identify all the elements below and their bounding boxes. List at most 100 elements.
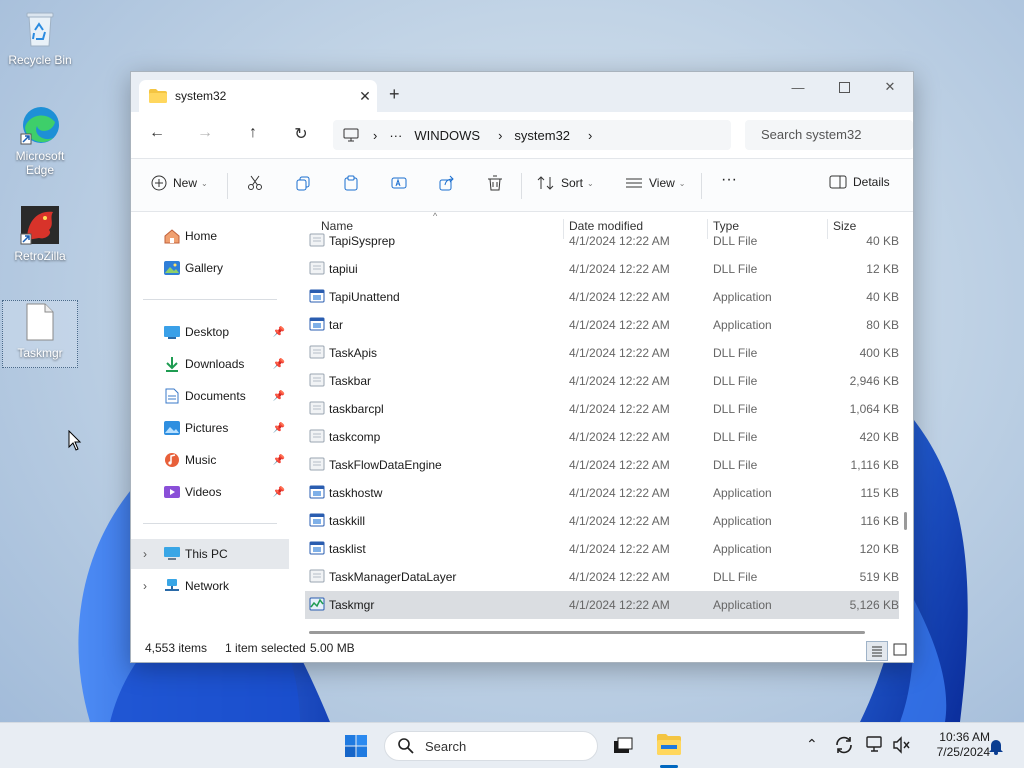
copy-button[interactable]: [295, 175, 317, 191]
rename-button[interactable]: [391, 175, 413, 191]
nav-label: Documents: [185, 389, 246, 403]
file-name: Taskmgr: [329, 598, 375, 612]
table-row[interactable]: TaskApis 4/1/2024 12:22 AM DLL File 400 KB: [305, 339, 899, 367]
pin-icon[interactable]: 📌: [273, 359, 285, 370]
pin-icon[interactable]: 📌: [273, 327, 285, 338]
share-button[interactable]: [439, 175, 461, 191]
minimize-button[interactable]: —: [775, 72, 821, 102]
retrozilla-icon: [20, 206, 59, 245]
details-button[interactable]: Details: [829, 175, 890, 189]
sort-button[interactable]: Sort ⌄: [537, 175, 594, 191]
separator: [521, 173, 522, 199]
table-row[interactable]: TapiSysprep 4/1/2024 12:22 AM DLL File 40 K…: [305, 227, 899, 255]
pin-icon[interactable]: 📌: [273, 423, 285, 434]
nav-item-music[interactable]: Music 📌: [131, 445, 289, 475]
paste-button[interactable]: [343, 175, 365, 191]
table-row[interactable]: taskcomp 4/1/2024 12:22 AM DLL File 420 KB: [305, 423, 899, 451]
file-date: 4/1/2024 12:22 AM: [569, 570, 670, 584]
breadcrumb-windows[interactable]: WINDOWS: [414, 128, 480, 143]
file-date: 4/1/2024 12:22 AM: [569, 402, 670, 416]
rename-icon: [391, 177, 407, 189]
close-tab-icon[interactable]: ✕: [353, 88, 377, 105]
maximize-button[interactable]: [821, 72, 867, 102]
new-tab-button[interactable]: +: [389, 84, 400, 105]
view-list-icon: [626, 178, 642, 188]
back-arrow-icon[interactable]: ←: [143, 124, 171, 146]
pin-icon[interactable]: 📌: [273, 455, 285, 466]
file-type: Application: [713, 318, 772, 332]
file-size: 400 KB: [859, 346, 899, 360]
table-row[interactable]: TaskManagerDataLayer 4/1/2024 12:22 AM DLL…: [305, 563, 899, 591]
task-view-icon[interactable]: [612, 735, 634, 757]
search-input[interactable]: Search system32: [745, 120, 913, 150]
nav-item-documents[interactable]: Documents 📌: [131, 381, 289, 411]
table-row[interactable]: tapiui 4/1/2024 12:22 AM DLL File 12 KB: [305, 255, 899, 283]
application-icon: [309, 541, 325, 555]
table-row[interactable]: Taskbar 4/1/2024 12:22 AM DLL File 2,946 KB: [305, 367, 899, 395]
desktop-icon-edge[interactable]: Microsoft Edge: [2, 104, 78, 177]
nav-item-this-pc[interactable]: › This PC: [131, 539, 289, 569]
breadcrumb[interactable]: › ··· WINDOWS › system32 ›: [333, 120, 731, 150]
view-button[interactable]: View ⌄: [625, 175, 686, 191]
table-row[interactable]: Taskmgr 4/1/2024 12:22 AM Application 5,126…: [305, 591, 899, 619]
tiles-view-button[interactable]: [890, 641, 912, 661]
vertical-scrollbar[interactable]: [904, 512, 907, 530]
nav-item-downloads[interactable]: Downloads 📌: [131, 349, 289, 379]
file-size: 115 KB: [860, 486, 899, 500]
nav-divider: [143, 523, 277, 524]
more-crumbs-icon[interactable]: ···: [389, 128, 402, 143]
taskbar-search[interactable]: Search: [384, 731, 598, 761]
file-size: 5,126 KB: [849, 598, 899, 612]
tab-system32[interactable]: system32 ✕: [139, 80, 377, 112]
file-explorer-taskbar-icon[interactable]: [656, 733, 682, 757]
desktop-icon-retrozilla[interactable]: RetroZilla: [2, 204, 78, 263]
table-row[interactable]: tasklist 4/1/2024 12:22 AM Application 120 …: [305, 535, 899, 563]
chevron-right-icon[interactable]: ›: [143, 547, 163, 561]
pin-icon[interactable]: 📌: [273, 487, 285, 498]
application-icon: [309, 289, 325, 303]
table-row[interactable]: taskhostw 4/1/2024 12:22 AM Application 115…: [305, 479, 899, 507]
up-arrow-icon[interactable]: ↑: [239, 124, 267, 146]
notification-bell-icon[interactable]: [988, 737, 1004, 755]
table-row[interactable]: taskbarcpl 4/1/2024 12:22 AM DLL File 1,064…: [305, 395, 899, 423]
cut-button[interactable]: [247, 175, 269, 191]
copy-icon: [296, 176, 310, 191]
file-date: 4/1/2024 12:22 AM: [569, 598, 670, 612]
desktop-icon-recycle-bin[interactable]: Recycle Bin: [2, 8, 78, 67]
nav-item-gallery[interactable]: Gallery: [131, 253, 289, 283]
table-row[interactable]: TaskFlowDataEngine 4/1/2024 12:22 AM DLL F…: [305, 451, 899, 479]
system-clock[interactable]: 10:36 AM 7/25/2024: [920, 730, 990, 760]
file-name: taskkill: [329, 514, 366, 528]
sync-icon[interactable]: [834, 735, 854, 755]
chevron-right-icon[interactable]: ›: [143, 579, 163, 593]
table-row[interactable]: tar 4/1/2024 12:22 AM Application 80 KB: [305, 311, 899, 339]
more-options-icon[interactable]: ···: [721, 171, 737, 189]
new-button[interactable]: New ⌄: [151, 175, 208, 191]
table-row[interactable]: taskkill 4/1/2024 12:22 AM Application 116 …: [305, 507, 899, 535]
refresh-icon[interactable]: ↻: [287, 124, 315, 146]
forward-arrow-icon[interactable]: →: [191, 124, 219, 146]
details-view-button[interactable]: [866, 641, 888, 661]
pin-icon[interactable]: 📌: [273, 391, 285, 402]
delete-button[interactable]: [487, 175, 509, 191]
volume-muted-icon[interactable]: [892, 735, 912, 755]
nav-item-desktop[interactable]: Desktop 📌: [131, 317, 289, 347]
file-type: Application: [713, 598, 772, 612]
breadcrumb-system32[interactable]: system32: [514, 128, 570, 143]
nav-item-network[interactable]: › Network: [131, 571, 289, 601]
nav-item-pictures[interactable]: Pictures 📌: [131, 413, 289, 443]
close-window-button[interactable]: ✕: [867, 72, 913, 102]
network-status-icon[interactable]: [866, 735, 888, 755]
desktop-icon-taskmgr[interactable]: Taskmgr: [2, 300, 78, 368]
nav-item-videos[interactable]: Videos 📌: [131, 477, 289, 507]
status-bar: 4,553 items 1 item selected 5.00 MB: [131, 632, 913, 662]
nav-label: Pictures: [185, 421, 229, 435]
file-date: 4/1/2024 12:22 AM: [569, 542, 670, 556]
application-icon: [309, 513, 325, 527]
nav-item-home[interactable]: Home: [131, 221, 289, 251]
clipboard-icon: [344, 175, 358, 191]
dll-file-icon: [309, 457, 325, 471]
start-windows-icon[interactable]: [344, 734, 368, 758]
chevron-up-icon[interactable]: ⌃: [806, 736, 818, 753]
table-row[interactable]: TapiUnattend 4/1/2024 12:22 AM Application…: [305, 283, 899, 311]
